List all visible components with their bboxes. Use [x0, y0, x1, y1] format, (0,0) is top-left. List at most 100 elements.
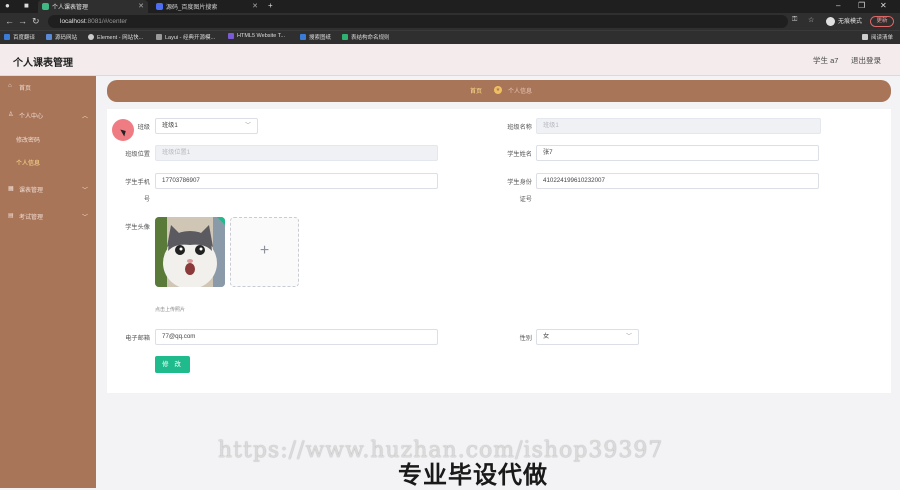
bookmark-label: 百度翻译: [13, 35, 36, 41]
tab-search[interactable]: 源码_百度图片搜索 ✕: [152, 0, 262, 13]
phone-label: 学生手机: [125, 179, 150, 186]
window-close-icon[interactable]: ✕: [880, 1, 887, 10]
sidebar: ⌂ 首页 ♙ 个人中心 ︿ 修改密码 个人信息 ▦ 课表管理 ﹀ ▤ 考试管理 …: [0, 76, 96, 488]
upload-button[interactable]: +: [230, 217, 299, 287]
watermark-text: 专业毕设代做: [398, 461, 548, 489]
sidebar-item-schedule[interactable]: ▦ 课表管理 ﹀: [0, 185, 96, 197]
bookmark-label: 源码网站: [55, 35, 78, 41]
sidebar-item-exams[interactable]: ▤ 考试管理 ﹀: [0, 212, 96, 224]
gender-select-value: 女: [543, 333, 550, 340]
sidebar-item-label: 考试管理: [19, 215, 44, 221]
reload-icon[interactable]: ↻: [32, 16, 40, 27]
reading-list-label: 阅读清单: [871, 35, 894, 41]
sidebar-item-label: 修改密码: [16, 138, 41, 144]
grid-icon: ▦: [8, 186, 14, 192]
tab-label: 源码_百度图片搜索: [166, 5, 218, 11]
avatar-image[interactable]: [155, 217, 225, 287]
sidebar-item-label: 个人中心: [19, 114, 44, 120]
avatar-icon: [826, 16, 835, 26]
phone-input[interactable]: 17703786907: [155, 173, 438, 189]
plus-icon: +: [259, 242, 270, 259]
bookmark-label: 表结构命名规则: [351, 35, 390, 41]
bookmark-item[interactable]: 搜索图纸: [300, 33, 331, 41]
baidu-icon: [156, 3, 163, 10]
sidebar-item-label: 课表管理: [19, 188, 44, 194]
bookmark-item[interactable]: 百度翻译: [4, 33, 35, 41]
star-icon[interactable]: ☆: [808, 16, 814, 24]
id-number-label: 学生身份: [507, 179, 532, 186]
class-select-value: 班级1: [162, 122, 178, 129]
reading-list[interactable]: 阅读清单: [862, 33, 893, 41]
phone-label-cont: 号: [143, 196, 150, 203]
student-name-value: 张7: [543, 149, 553, 156]
class-location-field: 班级位置1: [155, 145, 438, 161]
back-icon[interactable]: ←: [5, 16, 14, 26]
bookmark-label: Layui - 经典开源模...: [165, 35, 216, 41]
phone-value: 17703786907: [162, 177, 200, 184]
close-icon[interactable]: ✕: [252, 2, 258, 10]
bookmark-icon: [4, 34, 10, 40]
profile-button[interactable]: 无痕模式: [826, 16, 862, 26]
bookmark-item[interactable]: HTML5 Website T...: [228, 33, 285, 39]
close-icon[interactable]: ✕: [138, 2, 144, 10]
bookmark-icon: [342, 34, 348, 40]
bookmark-item[interactable]: Layui - 经典开源模...: [156, 33, 215, 41]
sidebar-item-change-password[interactable]: 修改密码: [0, 135, 96, 147]
id-number-input[interactable]: 410224199610232007: [536, 173, 819, 189]
bookmark-label: Element - 网站快...: [97, 35, 144, 41]
current-user: 学生 a7: [813, 56, 839, 65]
bookmark-item[interactable]: Element - 网站快...: [88, 33, 143, 41]
chevron-down-icon: ﹀: [82, 188, 89, 194]
chevron-down-icon: ﹀: [625, 334, 632, 340]
url-input[interactable]: localhost:8081/#/center: [48, 15, 788, 28]
sidebar-item-label: 首页: [19, 86, 32, 92]
sidebar-item-personal-center[interactable]: ♙ 个人中心 ︿: [0, 111, 96, 123]
logout-link[interactable]: 退出登录: [851, 55, 881, 66]
home-icon: ⌂: [8, 83, 12, 89]
address-bar-row: ← → ↻ localhost:8081/#/center ⚿ ☆ 无痕模式 更…: [0, 13, 900, 30]
app-header: 个人课表管理 学生 a7 退出登录: [0, 44, 900, 76]
restore-icon[interactable]: ❐: [858, 1, 865, 10]
gender-select[interactable]: 女 ﹀: [536, 329, 639, 345]
email-value: 77@qq.com: [162, 333, 196, 340]
bookmark-item[interactable]: 源码网站: [46, 33, 77, 41]
student-name-input[interactable]: 张7: [536, 145, 819, 161]
breadcrumb-current: 个人信息: [508, 89, 533, 95]
sidebar-item-label: 个人信息: [16, 161, 41, 167]
url-host: localhost: [60, 18, 86, 25]
browser-tabstrip: ● ■ 个人课表管理 ✕ 源码_百度图片搜索 ✕ + – ❐ ✕: [0, 0, 900, 13]
bookmark-icon: [156, 34, 162, 40]
email-input[interactable]: 77@qq.com: [155, 329, 438, 345]
submit-button[interactable]: 修 改: [155, 356, 190, 373]
tab-active[interactable]: 个人课表管理 ✕: [38, 0, 148, 13]
bookmark-icon: [88, 34, 94, 40]
upload-tip: 点击上传照片: [155, 307, 186, 313]
class-select[interactable]: 班级1 ﹀: [155, 118, 258, 134]
forward-icon[interactable]: →: [18, 16, 27, 26]
reading-list-icon: [862, 34, 868, 40]
student-name-label: 学生姓名: [507, 151, 532, 158]
cat-photo: [155, 217, 225, 287]
class-name-field: 班级1: [536, 118, 821, 134]
update-button[interactable]: 更新: [870, 16, 894, 27]
bookmark-label: HTML5 Website T...: [237, 33, 286, 39]
bookmark-label: 搜索图纸: [309, 35, 332, 41]
bookmarks-bar: 百度翻译 源码网站 Element - 网站快... Layui - 经典开源模…: [0, 30, 900, 44]
sidebar-item-personal-info[interactable]: 个人信息: [0, 158, 96, 170]
avatar-label: 学生头像: [125, 224, 150, 231]
tab-label: 个人课表管理: [52, 5, 89, 11]
browser-menu-icon[interactable]: ●: [5, 1, 10, 10]
pinned-tab-icon[interactable]: ■: [24, 1, 29, 10]
breadcrumb-home[interactable]: 首页: [470, 86, 482, 95]
email-label: 电子邮箱: [125, 335, 150, 342]
bookmark-icon: [46, 34, 52, 40]
chevron-down-icon: ﹀: [82, 215, 89, 221]
new-tab-icon[interactable]: +: [268, 1, 273, 10]
minimize-icon[interactable]: –: [836, 1, 840, 10]
vue-icon: [42, 3, 49, 10]
key-icon[interactable]: ⚿: [792, 16, 797, 24]
sidebar-item-home[interactable]: ⌂ 首页: [0, 83, 96, 95]
bookmark-item[interactable]: 表结构命名规则: [342, 33, 390, 41]
app-title: 个人课表管理: [13, 58, 73, 69]
class-name-placeholder: 班级1: [543, 122, 559, 129]
